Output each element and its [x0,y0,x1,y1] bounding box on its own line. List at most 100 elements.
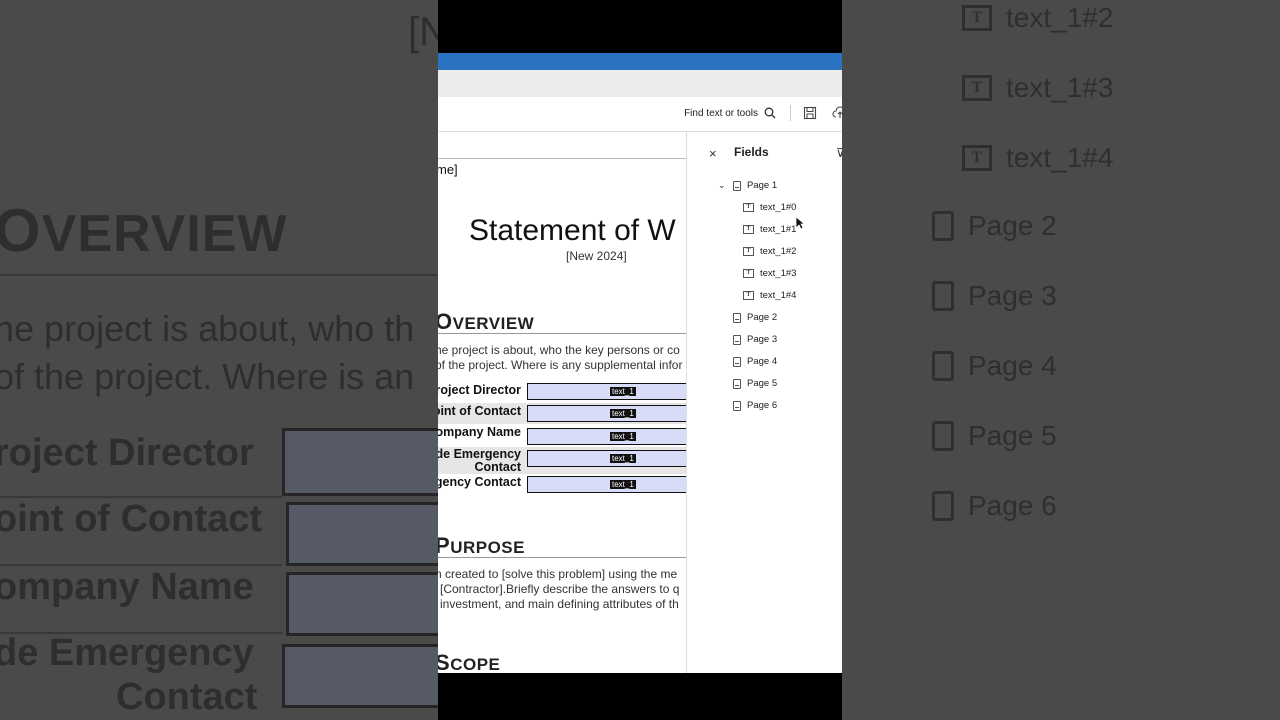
overview-line-2: of the project. Where is any supplementa… [438,358,683,372]
bg-row-label: Contact [116,676,258,718]
bg-row-label: de Emergency [0,632,254,674]
page-icon [932,281,954,311]
tree-page[interactable]: Page 3 [733,334,777,345]
bg-heading: OVERVIEW [0,197,288,264]
tree-field[interactable]: T text_1#2 [743,246,796,257]
close-panel-button[interactable]: × [709,146,717,161]
background-right-zoom: Ttext_1#2 Ttext_1#3 Ttext_1#4 Page 2 Pag… [842,0,1280,720]
text-field-icon: T [743,225,754,234]
tree-label: Page 1 [747,180,778,191]
bg-paragraph-line1: he project is about, who th [0,308,415,349]
page-icon [733,312,741,323]
tree-field[interactable]: T text_1#0 [743,202,796,213]
form-label: ompany Name [438,425,521,439]
text-field-icon: T [743,269,754,278]
form-row: gency Contact text_1 [438,475,686,495]
purpose-heading: PURPOSE [438,533,525,558]
tree-page[interactable]: Page 5 [733,378,777,389]
bg-page-label: Page 2 [968,210,1057,241]
title-bar [438,53,842,70]
text-field-icon: T [743,203,754,212]
bg-page-label: Page 4 [968,350,1057,381]
page-icon [733,180,741,191]
tree-field[interactable]: T text_1#3 [743,268,796,279]
fields-panel: × Fields ⊽ ⌄ Page 1 T text_1#0 T text_1#… [686,132,842,673]
bg-field-label: text_1#4 [1006,142,1114,173]
bg-row-label: ompany Name [0,566,254,608]
filter-icon[interactable]: ⊽ [836,146,842,160]
tree-label: text_1#3 [760,268,797,279]
text-field-icon: T [743,247,754,256]
form-label: gency Contact [438,475,521,489]
form-field-box[interactable]: text_1 [527,405,686,422]
page-icon [733,334,741,345]
form-label-line-2: Contact [474,460,521,474]
doc-title: Statement of W [469,214,676,247]
page-icon [733,356,741,367]
tree-label: Page 3 [747,334,778,345]
form-label: Project Director [438,383,521,397]
doc-name-fragment: me] [438,162,458,177]
page-icon [932,421,954,451]
purpose-line-1: n created to [solve this problem] using … [438,567,678,581]
chevron-down-icon[interactable]: ⌄ [718,180,726,191]
tree-label: text_1#1 [760,224,797,235]
bg-page-label: Page 5 [968,420,1057,451]
form-field-box[interactable]: text_1 [527,476,686,493]
tree-page[interactable]: Page 6 [733,400,777,411]
tree-label: Page 6 [747,400,778,411]
tree-page[interactable]: Page 2 [733,312,777,323]
field-tag: text_1 [610,480,636,489]
top-toolbar: Find text or tools [438,97,842,132]
tree-label: Page 5 [747,378,778,389]
form-field-box[interactable]: text_1 [527,428,686,445]
form-row: oint of Contact text_1 [438,403,686,424]
field-tag: text_1 [610,409,636,418]
form-label: oint of Contact [438,404,521,418]
bg-field-label: text_1#3 [1006,72,1114,103]
field-tag: text_1 [610,387,636,396]
page-icon [932,351,954,381]
purpose-line-2: [Contractor].Briefly describe the answer… [440,582,680,596]
tree-label: text_1#2 [760,246,797,257]
bg-field-label: text_1#2 [1006,2,1114,33]
page-icon [733,400,741,411]
page-icon [733,378,741,389]
text-field-icon: T [743,291,754,300]
cloud-upload-icon[interactable] [832,105,842,121]
text-field-icon: T [962,145,992,171]
bg-page-label: Page 6 [968,490,1057,521]
form-field-box[interactable]: text_1 [527,450,686,467]
mouse-cursor-icon [795,216,805,230]
form-field-box[interactable]: text_1 [527,383,686,400]
tree-label: text_1#0 [760,202,797,213]
bg-page-label: Page 3 [968,280,1057,311]
tree-field[interactable]: T text_1#1 [743,224,796,235]
purpose-line-3: investment, and main defining attributes… [440,597,679,611]
tree-label: Page 4 [747,356,778,367]
form-row: Project Director text_1 [438,382,686,402]
tree-page[interactable]: Page 4 [733,356,777,367]
field-tag: text_1 [610,432,636,441]
doc-subtitle: [New 2024] [566,249,627,263]
form-row: de Emergency Contact text_1 [438,447,686,474]
tree-page-1[interactable]: Page 1 [733,180,777,191]
find-text-or-tools[interactable]: Find text or tools [684,107,776,119]
search-icon [764,107,776,119]
bg-row-label: roject Director [0,432,254,474]
bg-paragraph-line2: of the project. Where is an [0,356,415,397]
tab-strip [438,70,842,97]
overview-line-1: he project is about, who the key persons… [438,343,680,357]
tree-label: text_1#4 [760,290,797,301]
bg-bracket-text: [N [408,10,438,54]
save-icon[interactable] [802,105,818,121]
tree-field[interactable]: T text_1#4 [743,290,796,301]
text-field-icon: T [962,75,992,101]
text-field-icon: T [962,5,992,31]
scope-heading: SCOPE [438,650,501,673]
page-icon [932,491,954,521]
acrobat-window: Find text or tools me] Statement of W [N… [438,0,842,720]
overview-heading: OVERVIEW [438,309,535,334]
find-label: Find text or tools [684,107,758,119]
panel-title: Fields [734,145,769,159]
